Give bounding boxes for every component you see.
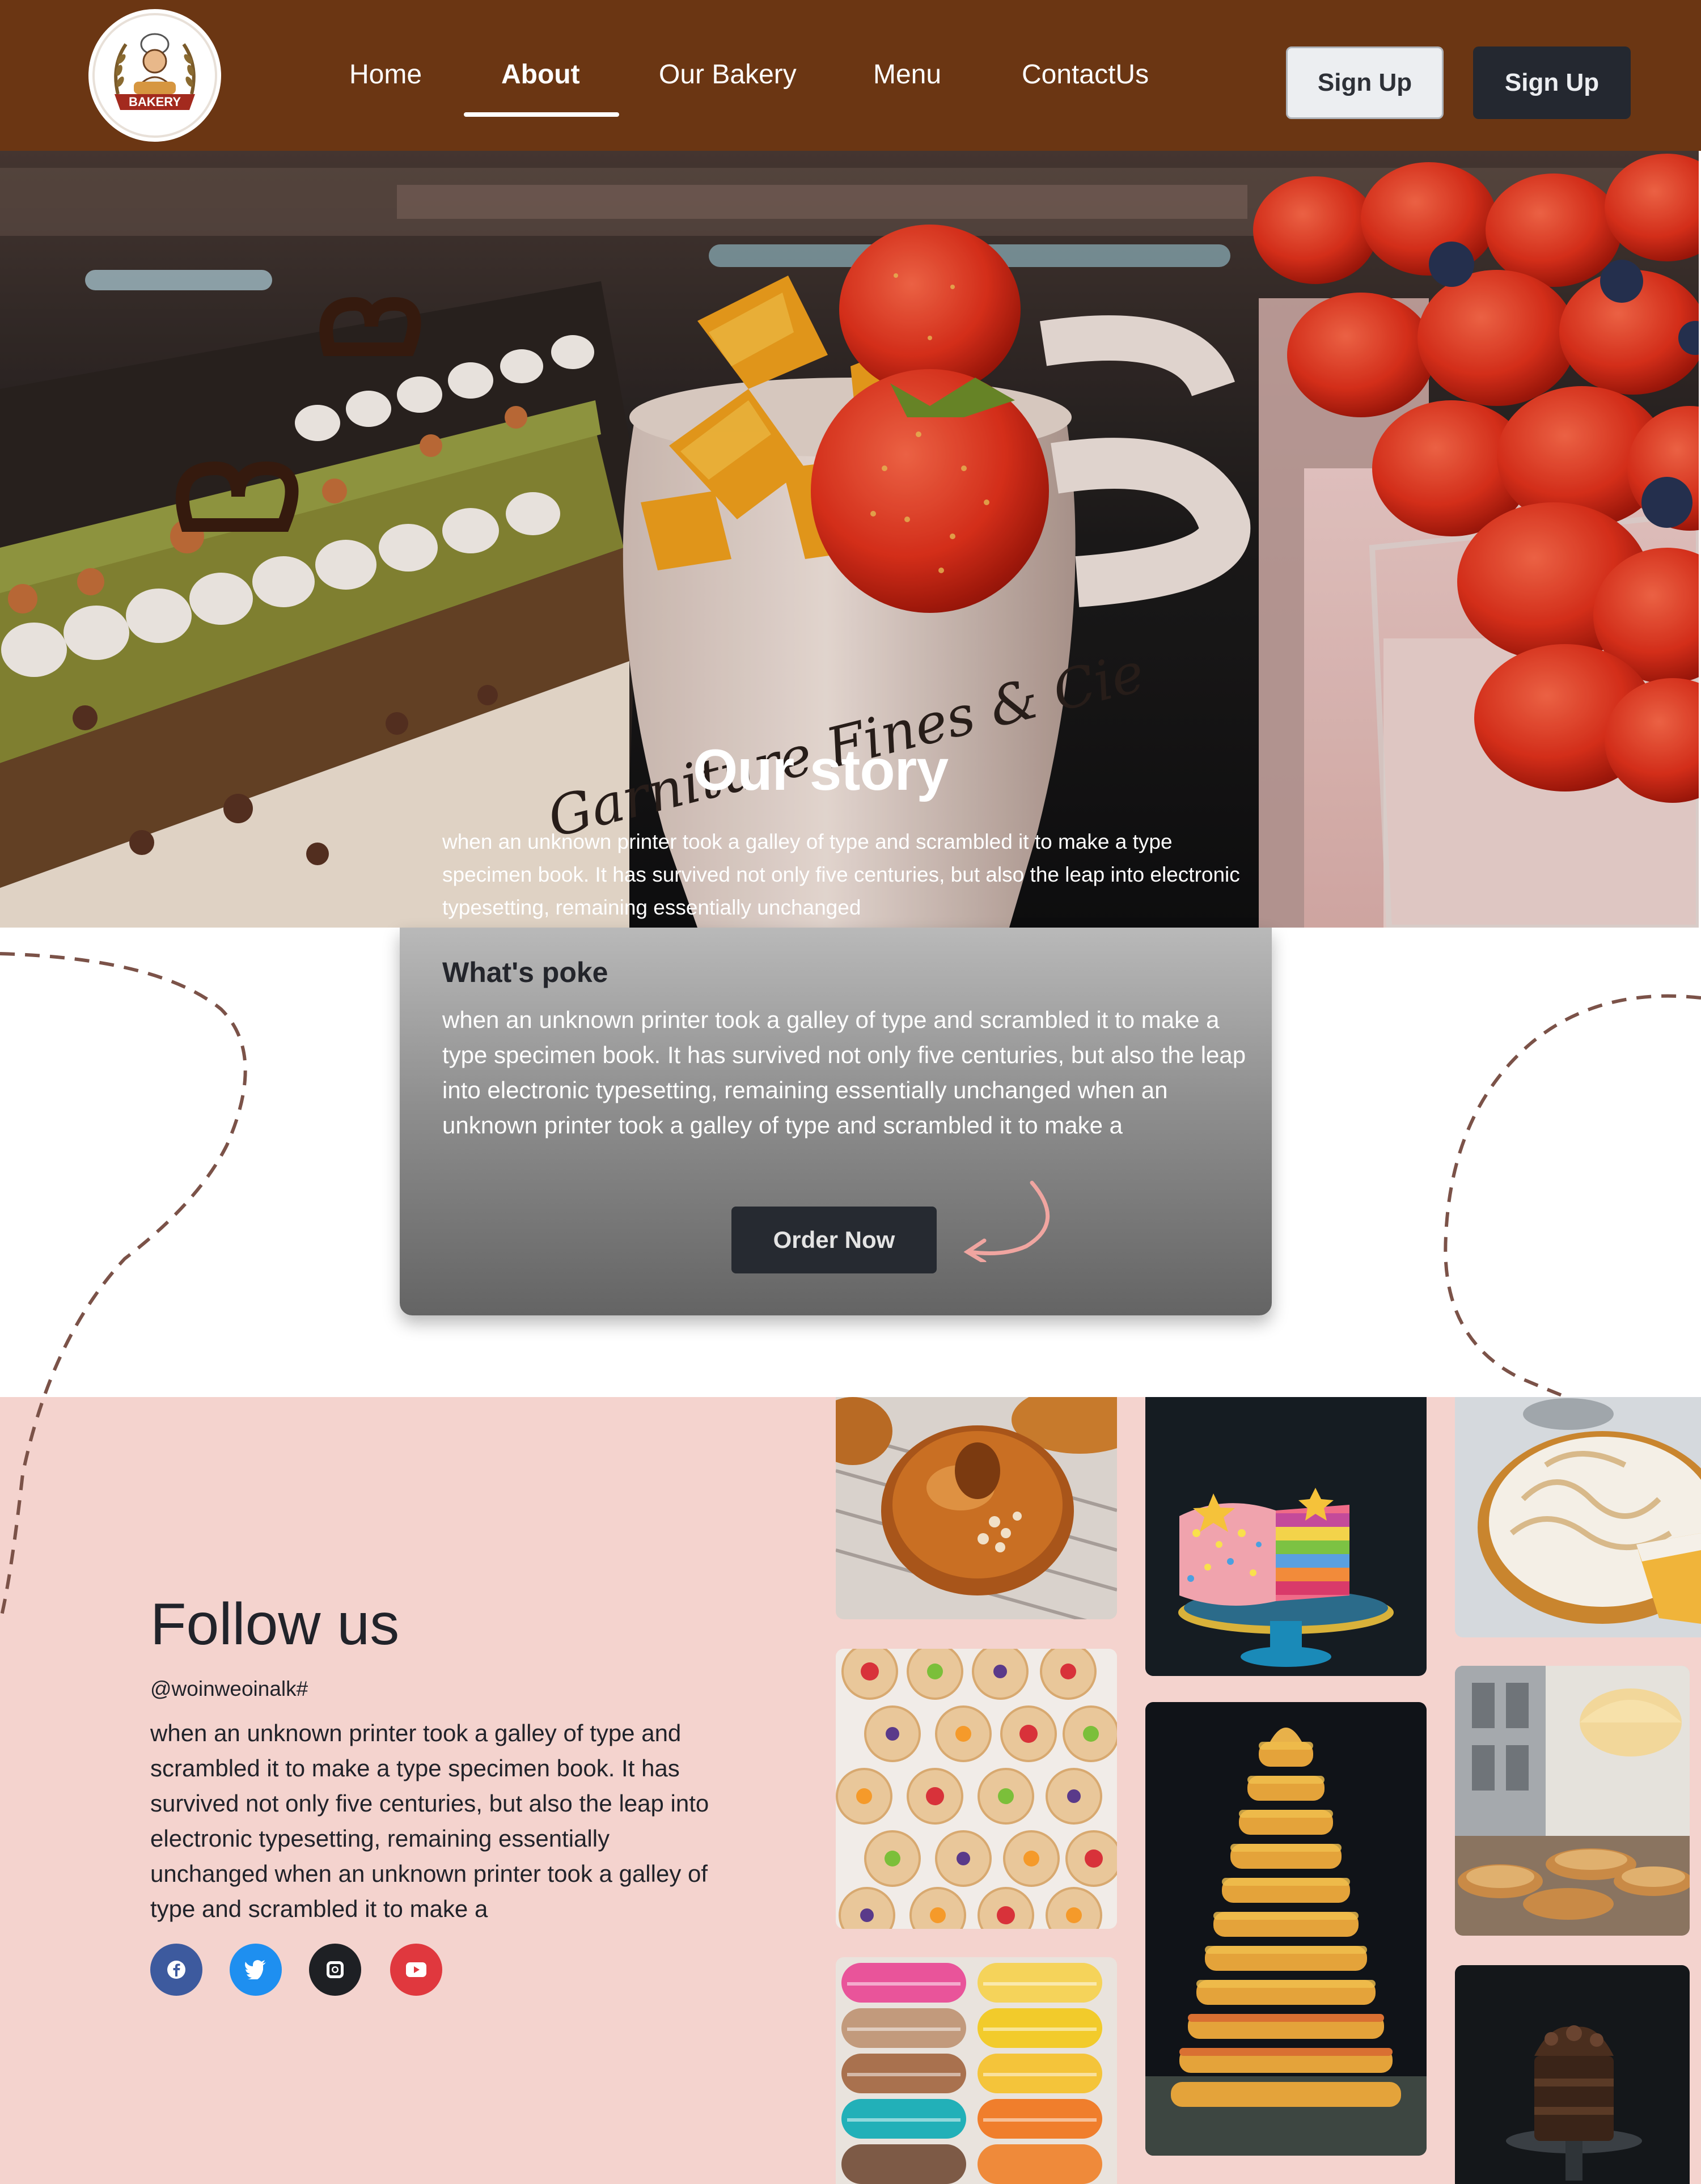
nav-link-contactus[interactable]: ContactUs bbox=[1022, 61, 1149, 88]
whats-poke-card: What's poke when an unknown printer took… bbox=[400, 928, 1272, 1315]
gallery-image-meringue-pie[interactable] bbox=[1455, 1397, 1701, 1637]
hero-pastry-image: Garniture Fines & Cie bbox=[0, 151, 1699, 928]
social-handle: @woinweoinalk# bbox=[150, 1677, 308, 1700]
nav-link-our-bakery[interactable]: Our Bakery bbox=[659, 61, 797, 88]
hero-text: when an unknown printer took a galley of… bbox=[442, 830, 1240, 919]
follow-title: Follow us bbox=[150, 1592, 400, 1657]
order-now-button[interactable]: Order Now bbox=[731, 1207, 937, 1273]
gallery-image-cafe-pies[interactable] bbox=[1455, 1666, 1690, 1936]
active-nav-indicator bbox=[464, 112, 619, 117]
hero-section: Garniture Fines & Cie Our story when an … bbox=[0, 151, 1699, 928]
gallery-image-fruit-tarts[interactable] bbox=[836, 1649, 1117, 1929]
youtube-icon[interactable] bbox=[390, 1944, 442, 1996]
instagram-icon[interactable] bbox=[309, 1944, 361, 1996]
gallery-image-chocolate-cake[interactable] bbox=[1455, 1965, 1690, 2184]
nav-link-about[interactable]: About bbox=[501, 61, 580, 88]
sign-up-button-dark[interactable]: Sign Up bbox=[1473, 46, 1631, 119]
nav-link-menu[interactable]: Menu bbox=[873, 61, 941, 88]
page: BAKERY Home About Our Bakery Menu Contac… bbox=[0, 0, 1701, 2184]
gallery-image-macarons[interactable] bbox=[836, 1957, 1117, 2184]
facebook-icon[interactable] bbox=[150, 1944, 202, 1996]
twitter-icon[interactable] bbox=[230, 1944, 282, 1996]
nav-link-home[interactable]: Home bbox=[349, 61, 422, 88]
bakery-logo[interactable]: BAKERY bbox=[88, 9, 221, 142]
curved-arrow-icon bbox=[963, 1180, 1050, 1262]
card-title: What's poke bbox=[442, 956, 608, 988]
gallery-image-rainbow-cake[interactable] bbox=[1145, 1397, 1427, 1676]
logo-text: BAKERY bbox=[129, 95, 181, 109]
hero-title: Our story bbox=[693, 738, 949, 802]
gallery-image-glazed-bun[interactable] bbox=[836, 1397, 1117, 1619]
top-nav: BAKERY Home About Our Bakery Menu Contac… bbox=[0, 0, 1701, 151]
gallery-image-macaron-tower[interactable] bbox=[1145, 1702, 1427, 2156]
sign-up-button-light[interactable]: Sign Up bbox=[1286, 46, 1444, 119]
card-text: when an unknown printer took a galley of… bbox=[442, 1006, 1246, 1138]
follow-text: when an unknown printer took a galley of… bbox=[150, 1720, 709, 1922]
